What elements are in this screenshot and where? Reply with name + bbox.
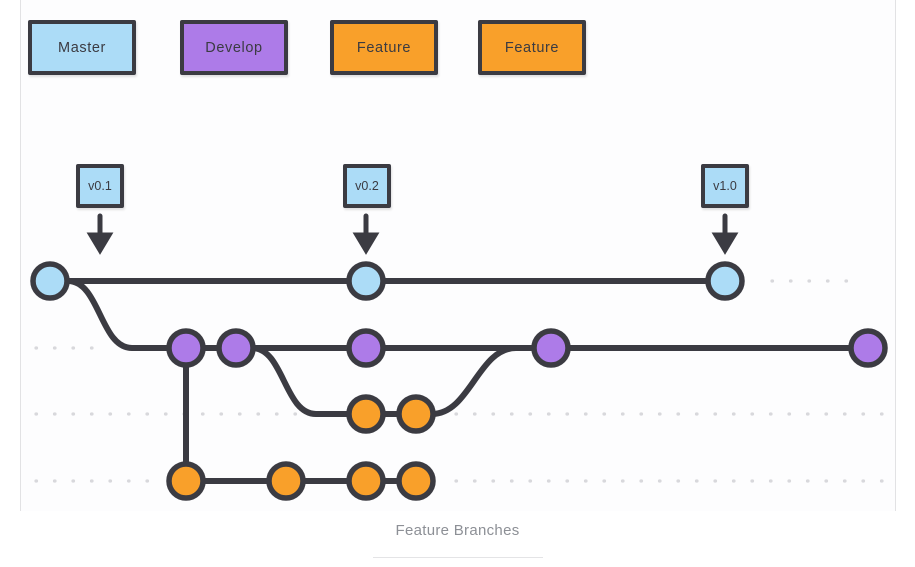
commit-node-develop-1 — [166, 328, 206, 368]
caption-divider — [373, 557, 543, 558]
commit-node-feature-lower-2 — [266, 461, 306, 501]
branch-paths — [47, 278, 871, 484]
commit-node-develop-5 — [848, 328, 888, 368]
dotted-lane-lines — [34, 279, 884, 483]
arrow-head-v1-0 — [711, 232, 739, 255]
merge-feature-upper-to-develop — [429, 345, 554, 417]
commit-node-feature-lower-1 — [166, 461, 206, 501]
fork-develop-to-feature-upper — [249, 345, 369, 417]
commit-node-develop-2 — [216, 328, 256, 368]
commit-node-feature-lower-4 — [396, 461, 436, 501]
commit-node-feature-upper-1 — [346, 394, 386, 434]
commit-node-feature-upper-2 — [396, 394, 436, 434]
branch-graph — [30, 213, 888, 501]
arrow-head-v0-2 — [352, 232, 380, 255]
commit-nodes — [30, 261, 888, 501]
tag-arrows — [86, 213, 739, 255]
fork-master-to-develop — [65, 278, 189, 351]
commit-node-master-1 — [30, 261, 70, 301]
diagram-canvas: Master Develop Feature Feature v0.1 v0.2… — [0, 0, 915, 567]
commit-node-master-3 — [705, 261, 745, 301]
commit-node-develop-3 — [346, 328, 386, 368]
commit-node-master-2 — [346, 261, 386, 301]
arrow-head-v0-1 — [86, 232, 114, 255]
commit-node-feature-lower-3 — [346, 461, 386, 501]
diagram-caption: Feature Branches — [395, 522, 520, 539]
commit-node-develop-4 — [531, 328, 571, 368]
